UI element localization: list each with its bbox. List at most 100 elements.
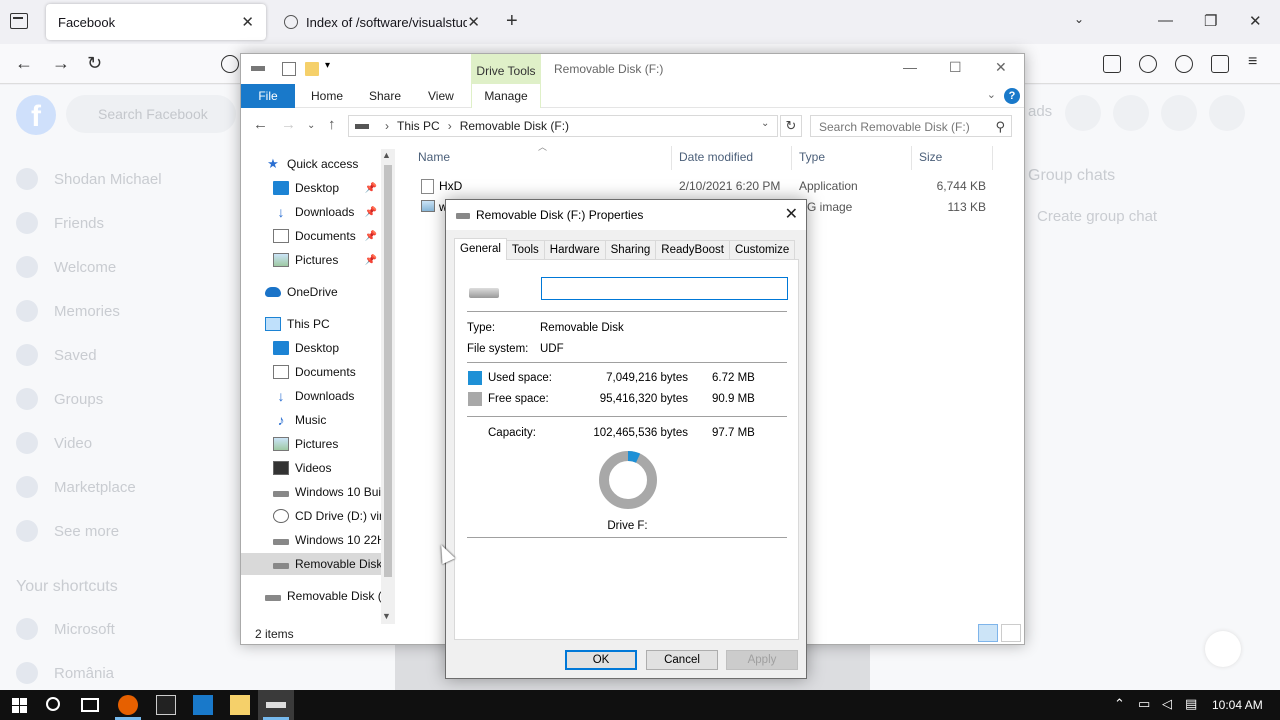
shortcut-item-microsoft[interactable]: Microsoft: [16, 615, 236, 643]
tab-list-icon[interactable]: [10, 13, 28, 29]
shield-icon[interactable]: [221, 55, 239, 73]
tab-share[interactable]: Share: [357, 84, 413, 108]
tab-tools[interactable]: Tools: [505, 240, 545, 260]
minimize-button[interactable]: —: [1158, 12, 1173, 29]
refresh-button[interactable]: ↻: [780, 115, 802, 137]
details-view-button[interactable]: [978, 624, 998, 642]
sidebar-item-friends[interactable]: Friends: [16, 209, 236, 237]
navigation-pane-scrollbar[interactable]: ▲ ▼: [381, 149, 395, 624]
nav-item-removable-disk-f[interactable]: Removable Disk (F: [241, 585, 381, 607]
show-hidden-icons-chevron-icon[interactable]: ⌃: [1114, 696, 1125, 712]
scroll-down-arrow-icon[interactable]: ▼: [382, 611, 391, 621]
column-divider[interactable]: [791, 146, 792, 170]
explorer-maximize-button[interactable]: ☐: [949, 59, 962, 76]
nav-item-music[interactable]: ♪ Music: [241, 409, 381, 431]
sidebar-item-groups[interactable]: Groups: [16, 385, 236, 413]
clock[interactable]: 10:04 AM: [1212, 698, 1263, 712]
apps-menu-icon[interactable]: [1065, 95, 1101, 131]
file-explorer-icon[interactable]: [230, 695, 250, 715]
messenger-icon[interactable]: [1113, 95, 1149, 131]
tab-sharing[interactable]: Sharing: [604, 240, 657, 260]
close-window-button[interactable]: ✕: [1249, 12, 1262, 30]
scroll-up-arrow-icon[interactable]: ▲: [382, 150, 391, 160]
pocket-icon[interactable]: [1103, 55, 1121, 73]
new-folder-icon[interactable]: [305, 62, 319, 76]
tab-readyboost[interactable]: ReadyBoost: [655, 240, 730, 260]
notification-center-icon[interactable]: ▤: [1185, 696, 1197, 712]
tab-index-software[interactable]: Index of /software/visualstudio ✕: [272, 4, 492, 40]
column-header-name[interactable]: Name: [418, 150, 450, 164]
tab-manage[interactable]: Manage: [471, 84, 541, 108]
firefox-icon[interactable]: [118, 695, 138, 715]
nav-item-removable-disk[interactable]: Removable Disk: [241, 553, 381, 575]
tab-general[interactable]: General: [454, 238, 507, 260]
apply-button[interactable]: Apply: [726, 650, 798, 670]
settings-icon[interactable]: [193, 695, 213, 715]
terminal-icon[interactable]: [156, 695, 176, 715]
nav-item-windows-22h-drive[interactable]: Windows 10 22H: [241, 529, 381, 551]
menu-icon[interactable]: ≡: [1248, 53, 1257, 71]
nav-item-quick-access[interactable]: ★ Quick access: [241, 153, 381, 175]
nav-item-onedrive[interactable]: OneDrive: [241, 281, 381, 303]
nav-item-documents[interactable]: Documents 📌: [241, 225, 381, 247]
nav-item-pictures-pc[interactable]: Pictures: [241, 433, 381, 455]
facebook-search-input[interactable]: Search Facebook: [66, 95, 236, 133]
sidebar-item-see-more[interactable]: See more: [16, 517, 236, 545]
column-header-size[interactable]: Size: [919, 150, 942, 164]
volume-icon[interactable]: ◁: [1162, 696, 1172, 712]
facebook-logo-icon[interactable]: f: [16, 95, 56, 135]
tab-close-icon[interactable]: ✕: [467, 13, 480, 31]
explorer-forward-button[interactable]: →: [281, 116, 296, 133]
explorer-minimize-button[interactable]: —: [903, 59, 917, 75]
column-divider[interactable]: [911, 146, 912, 170]
tab-customize[interactable]: Customize: [728, 240, 796, 260]
nav-item-pictures[interactable]: Pictures 📌: [241, 249, 381, 271]
recent-locations-chevron-icon[interactable]: ⌄: [307, 120, 315, 131]
sync-icon[interactable]: [1139, 55, 1157, 73]
sidebar-item-saved[interactable]: Saved: [16, 341, 236, 369]
tab-file[interactable]: File: [241, 84, 295, 108]
help-icon[interactable]: ?: [1004, 88, 1020, 104]
forward-button[interactable]: →: [52, 53, 70, 74]
column-divider[interactable]: [671, 146, 672, 170]
large-icons-view-button[interactable]: [1001, 624, 1021, 642]
breadcrumb-this-pc[interactable]: This PC: [397, 119, 440, 133]
scrollbar-thumb[interactable]: [384, 165, 392, 577]
expand-ribbon-chevron-icon[interactable]: ⌄: [987, 88, 996, 101]
new-tab-button[interactable]: +: [506, 10, 518, 33]
sidebar-item-video[interactable]: Video: [16, 429, 236, 457]
sidebar-item-profile[interactable]: Shodan Michael: [16, 165, 236, 193]
tab-hardware[interactable]: Hardware: [543, 240, 606, 260]
nav-item-cd-drive[interactable]: CD Drive (D:) virt: [241, 505, 381, 527]
new-message-icon[interactable]: [1205, 631, 1241, 667]
tab-home[interactable]: Home: [299, 84, 355, 108]
column-header-type[interactable]: Type: [799, 150, 825, 164]
customize-quick-access-icon[interactable]: ▾: [325, 60, 339, 74]
reload-button[interactable]: ↻: [87, 53, 102, 74]
file-row[interactable]: HxD 2/10/2021 6:20 PM Application 6,744 …: [416, 176, 996, 196]
address-bar[interactable]: › This PC › Removable Disk (F:): [348, 115, 778, 137]
sidebar-item-marketplace[interactable]: Marketplace: [16, 473, 236, 501]
nav-item-windows-build-drive[interactable]: Windows 10 Buil: [241, 481, 381, 503]
tab-facebook[interactable]: Facebook ✕: [46, 4, 266, 40]
maximize-button[interactable]: ❐: [1204, 12, 1217, 30]
shortcut-item-romania[interactable]: România: [16, 659, 236, 687]
back-button[interactable]: ←: [15, 53, 33, 74]
tab-view[interactable]: View: [416, 84, 466, 108]
explorer-back-button[interactable]: ←: [253, 116, 268, 133]
nav-item-documents-pc[interactable]: Documents: [241, 361, 381, 383]
column-divider[interactable]: [992, 146, 993, 170]
ok-button[interactable]: OK: [565, 650, 637, 670]
account-avatar[interactable]: [1209, 95, 1245, 131]
windows-start-icon[interactable]: [10, 695, 30, 715]
explorer-close-button[interactable]: ✕: [995, 59, 1007, 76]
nav-item-videos[interactable]: Videos: [241, 457, 381, 479]
sidebar-item-welcome[interactable]: Welcome: [16, 253, 236, 281]
search-icon[interactable]: [46, 697, 60, 711]
create-group-chat-link[interactable]: Create group chat: [1037, 208, 1157, 225]
up-folder-button[interactable]: ↑: [328, 116, 336, 133]
removable-drive-icon[interactable]: [266, 702, 286, 708]
address-dropdown-chevron-icon[interactable]: ⌄: [761, 118, 769, 129]
properties-close-button[interactable]: ✕: [785, 204, 798, 224]
sidebar-item-memories[interactable]: Memories: [16, 297, 236, 325]
